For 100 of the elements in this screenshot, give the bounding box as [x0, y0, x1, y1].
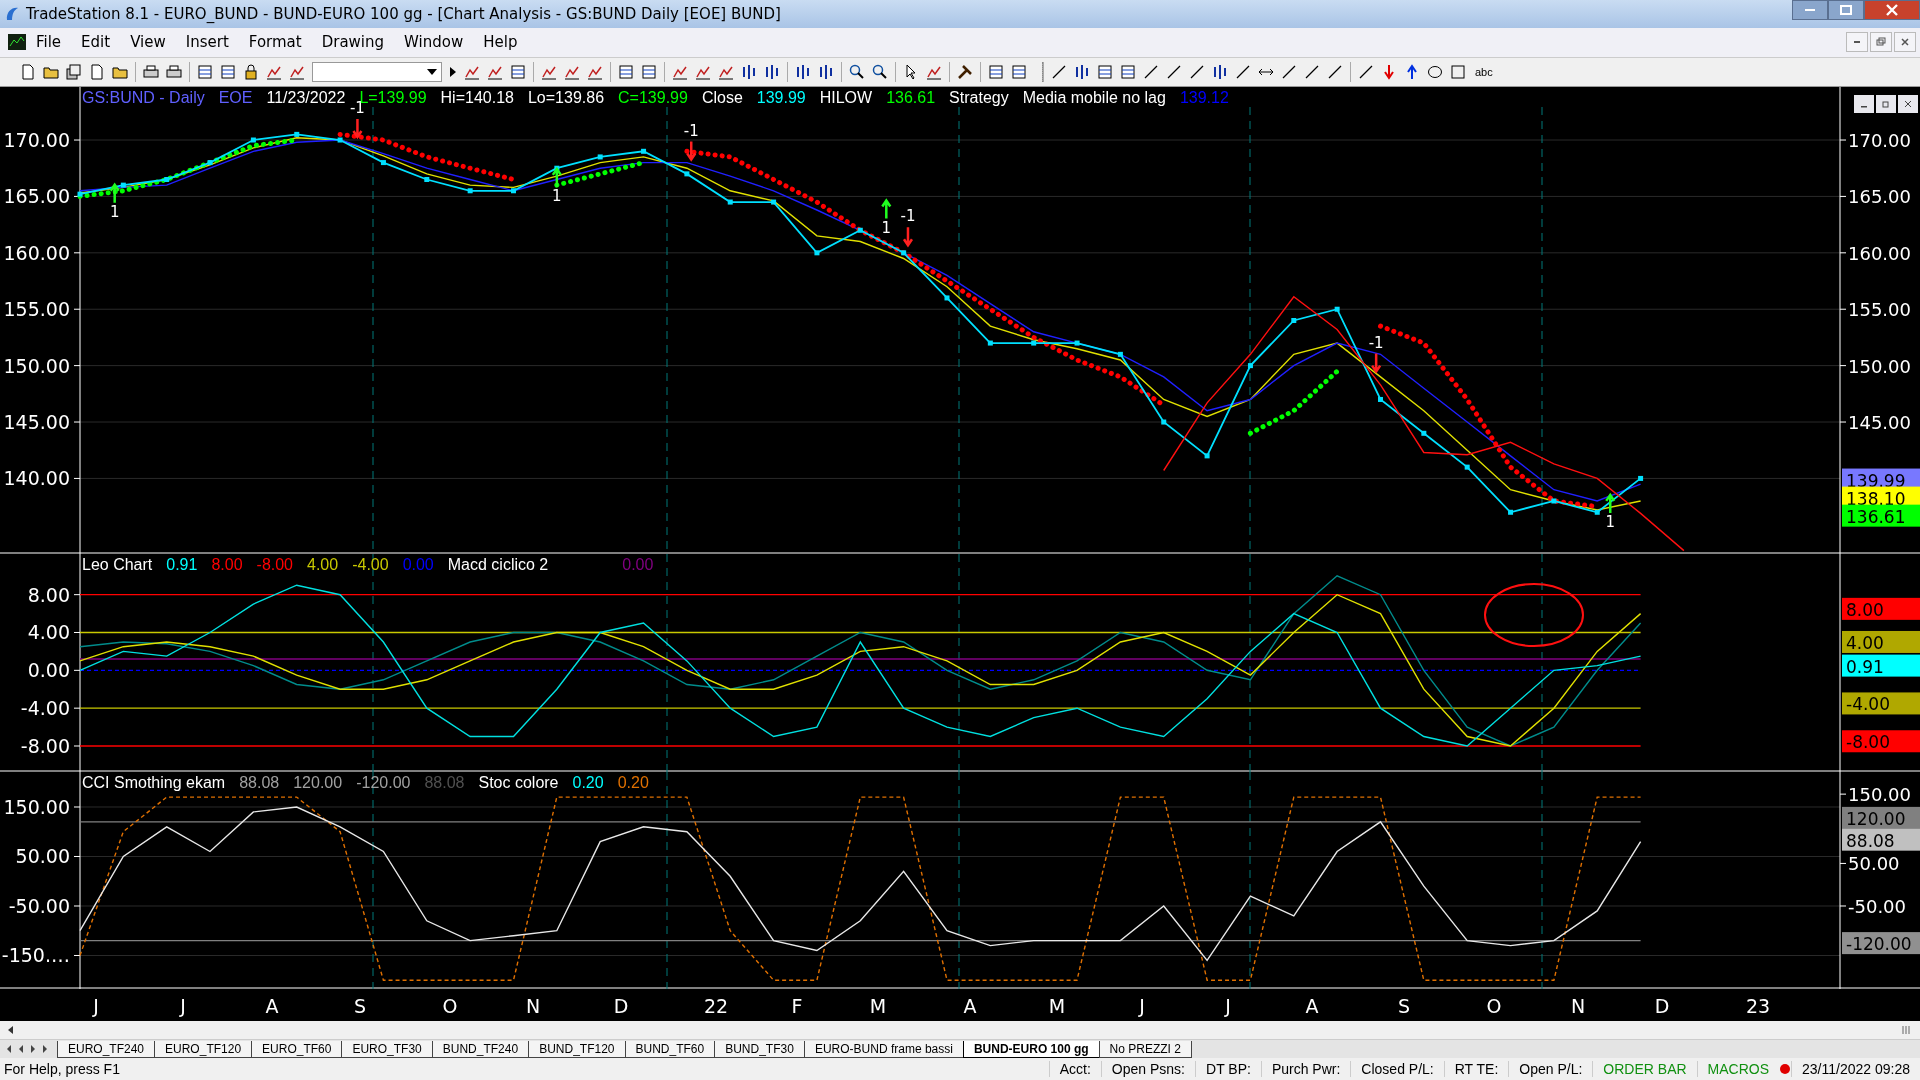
- line-tool-icon[interactable]: [1281, 64, 1297, 80]
- down-arrow-icon: [1370, 352, 1382, 375]
- axis-label: 145.00: [3, 411, 70, 434]
- chart-icon[interactable]: [564, 64, 580, 80]
- menu-item[interactable]: File: [26, 33, 72, 52]
- menu-item[interactable]: Window: [394, 33, 474, 52]
- up-arrow-icon[interactable]: [1404, 64, 1420, 80]
- bars-icon[interactable]: [741, 64, 757, 80]
- grid-icon[interactable]: [1011, 64, 1027, 80]
- chart-icon[interactable]: [695, 64, 711, 80]
- text-tool-button[interactable]: abc: [1473, 66, 1495, 78]
- printer-icon[interactable]: [166, 64, 182, 80]
- line-tool-icon[interactable]: [1358, 64, 1374, 80]
- grid-icon[interactable]: [988, 64, 1004, 80]
- macros-link[interactable]: MACROS: [1696, 1061, 1780, 1078]
- sheet-tab[interactable]: EURO-BUND frame bassi: [803, 1040, 964, 1058]
- sheet-tab[interactable]: EURO_TF60: [251, 1040, 343, 1058]
- status-datetime: 23/11/2022 09:28: [1791, 1061, 1920, 1078]
- grid-icon[interactable]: [197, 64, 213, 80]
- down-arrow-icon[interactable]: [1381, 64, 1397, 80]
- restore-button[interactable]: [1876, 95, 1896, 114]
- line-tool-icon[interactable]: [1189, 64, 1205, 80]
- point: [987, 340, 993, 346]
- folder-icon[interactable]: [112, 64, 128, 80]
- bars-icon[interactable]: [764, 64, 780, 80]
- rectangle-icon[interactable]: [1450, 64, 1466, 80]
- chart-icon[interactable]: [672, 64, 688, 80]
- document-icon[interactable]: [89, 64, 105, 80]
- point: [1161, 419, 1167, 425]
- menu-item[interactable]: Format: [238, 33, 312, 52]
- sheet-tab[interactable]: EURO_TF120: [154, 1040, 253, 1058]
- bars-icon[interactable]: [1212, 64, 1228, 80]
- line-tool-icon[interactable]: [1235, 64, 1251, 80]
- maximize-button[interactable]: [1828, 0, 1864, 20]
- line-tool-icon[interactable]: [1166, 64, 1182, 80]
- zoom-icon[interactable]: [872, 64, 888, 80]
- axis-label: 155.00: [1848, 299, 1911, 321]
- sheet-tab[interactable]: EURO_TF30: [341, 1040, 433, 1058]
- grid-icon[interactable]: [1097, 64, 1113, 80]
- sheet-tab[interactable]: EURO_TF240: [57, 1040, 156, 1058]
- legend-value: 139.99: [756, 89, 806, 108]
- sheet-tab[interactable]: BUND-EURO 100 gg: [962, 1040, 1100, 1058]
- grid-icon[interactable]: [220, 64, 236, 80]
- sheet-tab[interactable]: BUND_TF30: [714, 1040, 805, 1058]
- sheet-tab[interactable]: BUND_TF120: [528, 1040, 626, 1058]
- tab-nav-icon[interactable]: [40, 1043, 50, 1056]
- axis-label: J: [1139, 995, 1145, 1018]
- line-tool-icon[interactable]: [1304, 64, 1320, 80]
- close-button[interactable]: [1894, 32, 1916, 53]
- menu-item[interactable]: View: [120, 33, 176, 52]
- signal-label: -1: [683, 121, 699, 140]
- horizontal-scrollbar[interactable]: [0, 1021, 1920, 1041]
- menu-item[interactable]: Drawing: [311, 33, 395, 52]
- menu-item[interactable]: Insert: [175, 33, 239, 52]
- lock-icon[interactable]: [243, 64, 259, 80]
- point: [1247, 363, 1253, 369]
- point: [597, 154, 603, 160]
- chart-icon[interactable]: [464, 64, 480, 80]
- bars-icon[interactable]: [795, 64, 811, 80]
- bars-icon[interactable]: [1074, 64, 1090, 80]
- tools-icon[interactable]: [957, 64, 973, 80]
- chart-icon[interactable]: [487, 64, 503, 80]
- order-bar-link[interactable]: ORDER BAR: [1592, 1061, 1697, 1078]
- zoom-icon[interactable]: [849, 64, 865, 80]
- grid-icon[interactable]: [510, 64, 526, 80]
- chart-icon[interactable]: [587, 64, 603, 80]
- grid-icon[interactable]: [641, 64, 657, 80]
- grid-icon[interactable]: [618, 64, 634, 80]
- line-tool-icon[interactable]: [1143, 64, 1159, 80]
- legend-label: Stoc colore: [478, 774, 559, 793]
- tab-nav-icon[interactable]: [28, 1043, 38, 1056]
- sheet-tab[interactable]: BUND_TF240: [431, 1040, 530, 1058]
- menu-item[interactable]: Help: [473, 33, 528, 52]
- folder-icon[interactable]: [43, 64, 59, 80]
- chart-icon[interactable]: [718, 64, 734, 80]
- play-icon[interactable]: [449, 67, 457, 77]
- scroll-left-icon[interactable]: [6, 1025, 16, 1036]
- document-icon[interactable]: [20, 64, 36, 80]
- up-arrow-icon: [881, 198, 892, 221]
- ellipse-icon[interactable]: [1427, 64, 1443, 80]
- symbol-dropdown[interactable]: [312, 62, 442, 82]
- line-tool-icon[interactable]: [1327, 64, 1343, 80]
- chart-icon[interactable]: [926, 64, 942, 80]
- minimize-button[interactable]: [1846, 32, 1868, 53]
- sheet-tab[interactable]: No PREZZI 2: [1098, 1040, 1192, 1058]
- minimize-button[interactable]: [1854, 95, 1874, 114]
- documents-icon[interactable]: [66, 64, 82, 80]
- axis-label: O: [1486, 995, 1502, 1018]
- chart-icon[interactable]: [289, 64, 305, 80]
- legend-value: -8.00: [256, 556, 293, 575]
- menu-item[interactable]: Edit: [71, 33, 121, 52]
- point: [250, 137, 256, 143]
- close-button[interactable]: [1898, 95, 1918, 114]
- chart-icon[interactable]: [266, 64, 282, 80]
- line-tool-icon[interactable]: [1051, 64, 1067, 80]
- chart-icon[interactable]: [541, 64, 557, 80]
- printer-icon[interactable]: [143, 64, 159, 80]
- bars-icon[interactable]: [818, 64, 834, 80]
- sheet-tab[interactable]: BUND_TF60: [624, 1040, 716, 1058]
- grid-icon[interactable]: [1120, 64, 1136, 80]
